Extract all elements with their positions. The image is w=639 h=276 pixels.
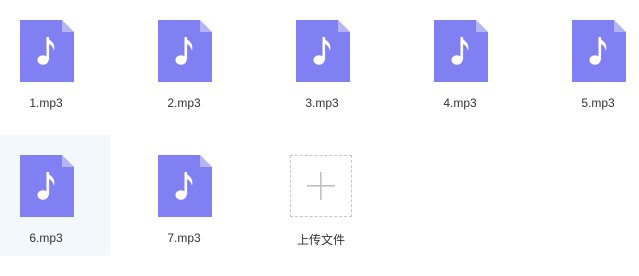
upload-dropzone[interactable] — [290, 155, 352, 217]
file-name: 6.mp3 — [29, 231, 63, 245]
file-tile-7[interactable]: 7.mp3 — [138, 135, 248, 256]
file-name: 4.mp3 — [443, 96, 477, 110]
file-tile-4[interactable]: 4.mp3 — [414, 0, 524, 121]
music-file-icon — [296, 20, 350, 82]
music-file-icon — [434, 20, 488, 82]
file-tile-6[interactable]: 6.mp3 — [0, 135, 110, 256]
upload-label: 上传文件 — [296, 233, 345, 247]
file-name: 3.mp3 — [305, 96, 339, 110]
music-file-icon — [158, 155, 212, 217]
file-name: 1.mp3 — [29, 96, 63, 110]
file-tile-1[interactable]: 1.mp3 — [0, 0, 110, 121]
file-name: 7.mp3 — [167, 231, 201, 245]
file-tile-3[interactable]: 3.mp3 — [276, 0, 386, 121]
file-grid: 1.mp3 2.mp3 3.mp3 4.mp3 5.mp3 6.mp3 7.mp… — [0, 0, 639, 276]
music-file-icon — [20, 20, 74, 82]
file-name: 5.mp3 — [581, 96, 615, 110]
plus-icon — [307, 172, 335, 200]
music-file-icon — [158, 20, 212, 82]
music-file-icon — [572, 20, 626, 82]
file-name: 2.mp3 — [167, 96, 201, 110]
file-tile-5[interactable]: 5.mp3 — [552, 0, 639, 121]
music-file-icon — [20, 155, 74, 217]
file-tile-2[interactable]: 2.mp3 — [138, 0, 248, 121]
upload-file-button[interactable]: 上传文件 — [273, 135, 383, 256]
